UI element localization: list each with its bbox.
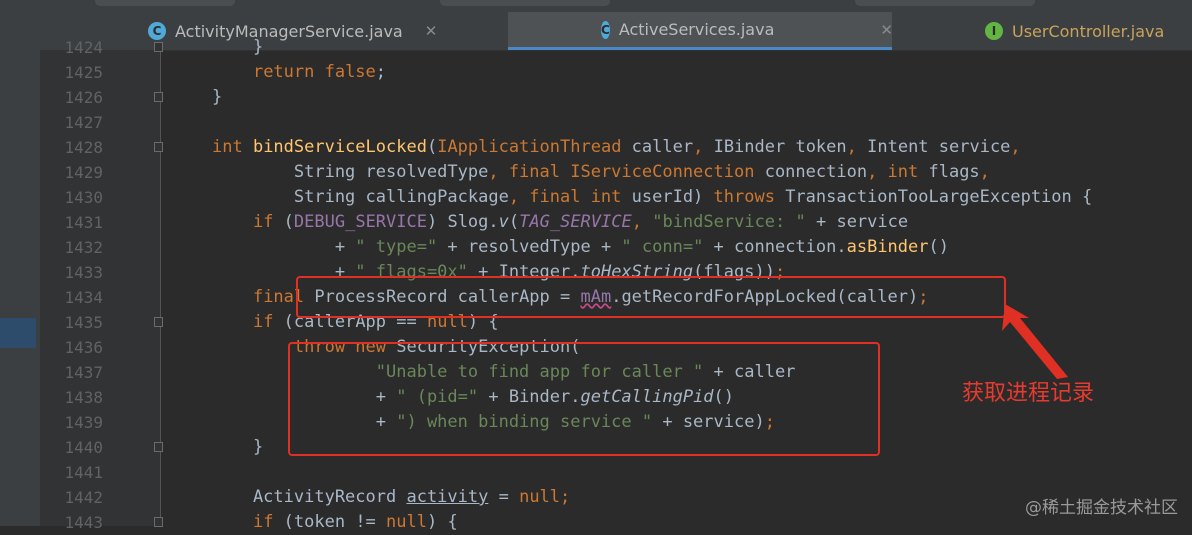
- annotation-arrow: [1002, 304, 1068, 379]
- watermark: @稀土掘金技术社区: [1025, 498, 1178, 518]
- annotation-label: 获取进程记录: [962, 381, 1095, 406]
